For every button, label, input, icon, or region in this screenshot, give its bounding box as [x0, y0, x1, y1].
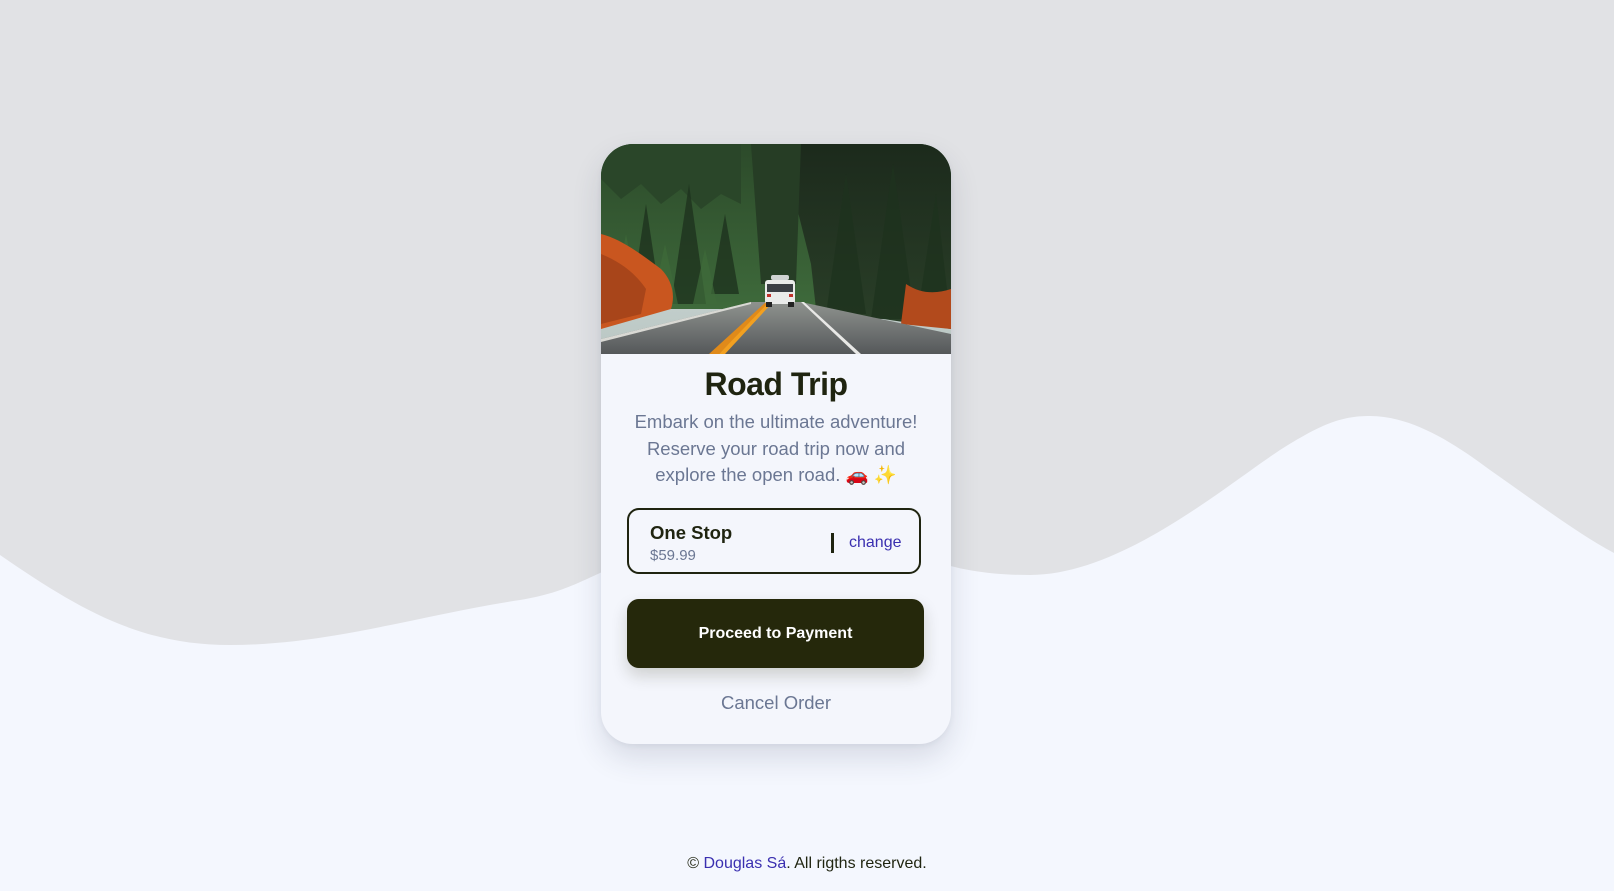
hero-image [601, 144, 951, 354]
author-link[interactable]: Douglas Sá [704, 855, 787, 872]
cancel-order-button[interactable]: Cancel Order [601, 692, 951, 714]
proceed-to-payment-button[interactable]: Proceed to Payment [627, 599, 924, 668]
plan-price: $59.99 [650, 547, 696, 564]
booking-card: Road Trip Embark on the ultimate adventu… [601, 144, 951, 744]
plan-name: One Stop [650, 522, 733, 543]
change-plan-link[interactable]: change [849, 534, 902, 552]
footer-rights: . All rigths reserved. [786, 855, 927, 872]
plan-summary: One Stop $59.99 change [627, 508, 921, 574]
footer-copyright: © [687, 855, 704, 872]
page-title: Road Trip [704, 366, 848, 402]
plan-divider [831, 533, 834, 553]
trip-description: Embark on the ultimate adventure! Reserv… [634, 411, 918, 485]
footer: © Douglas Sá. All rigths reserved. [0, 855, 1614, 873]
road-trip-photo [601, 144, 951, 354]
